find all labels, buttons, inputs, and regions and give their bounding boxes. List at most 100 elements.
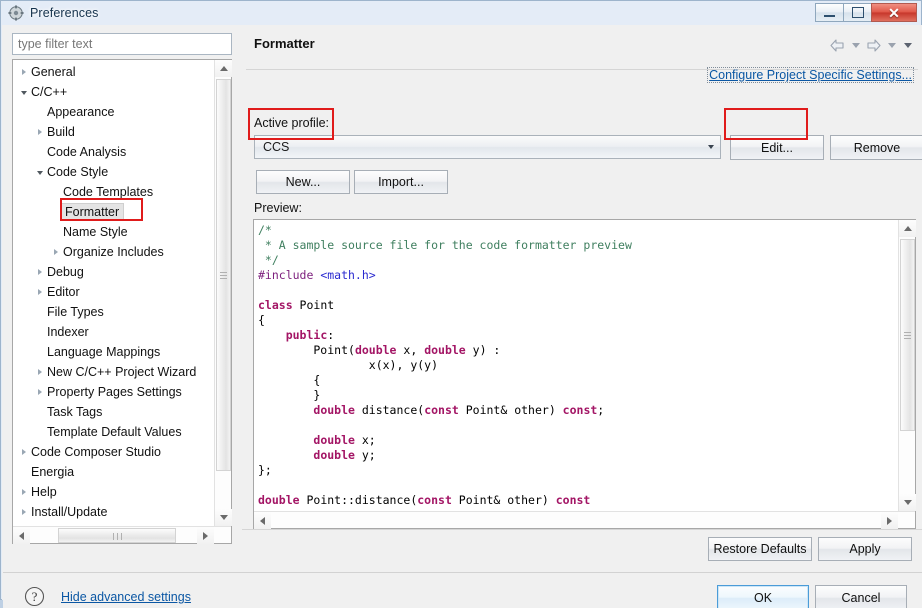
sidebar-item-organize-includes[interactable]: Organize Includes [13, 242, 214, 262]
sidebar-item-language-mappings[interactable]: Language Mappings [13, 342, 214, 362]
sidebar-item-code-templates[interactable]: Code Templates [13, 182, 214, 202]
sidebar-item-task-tags[interactable]: Task Tags [13, 402, 214, 422]
chevron-right-icon[interactable] [33, 362, 46, 382]
preview-scroll-down-button[interactable] [899, 494, 916, 511]
sidebar-item-install-update[interactable]: Install/Update [13, 502, 214, 522]
chevron-down-icon[interactable] [17, 82, 30, 102]
sidebar-item-appearance[interactable]: Appearance [13, 102, 214, 122]
preview-scrollbar-thumb[interactable] [900, 239, 915, 431]
tree-scroll-left-button[interactable] [13, 527, 30, 544]
maximize-icon [851, 7, 864, 18]
import-button[interactable]: Import... [354, 170, 448, 194]
back-arrow-icon[interactable] [829, 37, 846, 54]
maximize-button[interactable] [843, 3, 872, 22]
code-token: #include [258, 268, 321, 282]
code-line: double Point::distance(const Point& othe… [258, 493, 898, 508]
sidebar-item-indexer[interactable]: Indexer [13, 322, 214, 342]
back-history-chevron-down-icon[interactable] [849, 37, 862, 54]
chevron-right-icon[interactable] [33, 282, 46, 302]
sidebar-item-formatter[interactable]: Formatter [13, 202, 214, 222]
chevron-right-icon[interactable] [33, 122, 46, 142]
sidebar-item-label: C/C++ [31, 85, 68, 99]
tree-scroll-down-button[interactable] [215, 509, 232, 526]
tree-scrollbar-thumb[interactable] [216, 79, 231, 471]
edit-button[interactable]: Edit... [730, 135, 824, 160]
new-button[interactable]: New... [256, 170, 350, 194]
active-profile-combo[interactable]: CCS [254, 135, 721, 159]
tree-scroll-right-button[interactable] [197, 527, 214, 544]
forward-history-chevron-down-icon[interactable] [885, 37, 898, 54]
chevron-right-icon[interactable] [17, 62, 30, 82]
sidebar-item-code-style[interactable]: Code Style [13, 162, 214, 182]
close-button[interactable]: ✕ [871, 3, 917, 22]
sidebar-item-label: Property Pages Settings [47, 385, 182, 399]
sidebar-item-label: Code Composer Studio [31, 445, 161, 459]
preview-horizontal-scrollbar[interactable] [254, 511, 915, 529]
sidebar-item-name-style[interactable]: Name Style [13, 222, 214, 242]
hide-advanced-settings-link[interactable]: Hide advanced settings [61, 590, 191, 604]
code-preview-text: /* * A sample source file for the code f… [254, 220, 898, 511]
code-token: */ [258, 253, 279, 267]
chevron-right-icon [203, 531, 208, 540]
active-profile-label: Active profile: [254, 116, 330, 130]
code-token: Point( [258, 343, 355, 357]
sidebar-item-template-default-values[interactable]: Template Default Values [13, 422, 214, 442]
preview-scroll-left-button[interactable] [254, 512, 271, 529]
sidebar-item-label: File Types [47, 305, 104, 319]
tree-horizontal-scrollbar[interactable] [13, 526, 231, 544]
sidebar-item-help[interactable]: Help [13, 482, 214, 502]
tree-hscrollbar-thumb[interactable] [58, 528, 176, 543]
chevron-down-icon[interactable] [33, 162, 46, 182]
sidebar-item-c-c[interactable]: C/C++ [13, 82, 214, 102]
remove-button[interactable]: Remove [830, 135, 922, 160]
sidebar-item-property-pages-settings[interactable]: Property Pages Settings [13, 382, 214, 402]
sidebar-item-label: General [31, 65, 76, 79]
svg-text:?: ? [32, 589, 38, 604]
sidebar-item-editor[interactable]: Editor [13, 282, 214, 302]
code-token: Point& other) [451, 493, 556, 507]
code-line: #include <math.h> [258, 268, 898, 283]
formatter-page: Formatter Configure Project Specific Set… [242, 25, 922, 557]
sidebar-item-build[interactable]: Build [13, 122, 214, 142]
sidebar-item-file-types[interactable]: File Types [13, 302, 214, 322]
chevron-right-icon[interactable] [49, 242, 62, 262]
code-line: double x; [258, 433, 898, 448]
chevron-right-icon[interactable] [17, 442, 30, 462]
apply-button[interactable]: Apply [818, 537, 912, 561]
sidebar-item-new-c-c-project-wizard[interactable]: New C/C++ Project Wizard [13, 362, 214, 382]
chevron-down-icon[interactable] [702, 145, 720, 149]
preview-scroll-right-button[interactable] [881, 512, 898, 529]
sidebar-item-debug[interactable]: Debug [13, 262, 214, 282]
tree-vertical-scrollbar[interactable] [214, 60, 232, 526]
tree-scroll-up-button[interactable] [215, 60, 232, 77]
code-token: x(x), y(y) [258, 358, 439, 372]
chevron-right-icon[interactable] [33, 382, 46, 402]
page-nav-toolbar [829, 37, 914, 54]
chevron-right-icon[interactable] [17, 482, 30, 502]
help-icon[interactable]: ? [24, 586, 45, 607]
configure-project-specific-settings-link[interactable]: Configure Project Specific Settings... [707, 67, 914, 83]
minimize-button[interactable] [815, 3, 844, 22]
view-menu-chevron-down-icon[interactable] [901, 37, 914, 54]
cancel-button[interactable]: Cancel [815, 585, 907, 608]
sidebar-item-code-composer-studio[interactable]: Code Composer Studio [13, 442, 214, 462]
forward-arrow-icon[interactable] [865, 37, 882, 54]
chevron-right-icon[interactable] [17, 502, 30, 522]
sidebar-item-code-analysis[interactable]: Code Analysis [13, 142, 214, 162]
chevron-right-icon[interactable] [33, 262, 46, 282]
preferences-tree[interactable]: General C/C++ Appearance Build Code Analysis… [12, 59, 232, 544]
code-token: * A sample source file for the code form… [258, 238, 632, 252]
sidebar-item-energia[interactable]: Energia [13, 462, 214, 482]
preview-scroll-up-button[interactable] [899, 220, 916, 237]
sidebar-item-general[interactable]: General [13, 62, 214, 82]
restore-defaults-button[interactable]: Restore Defaults [708, 537, 812, 561]
sidebar-item-label: Editor [47, 285, 80, 299]
code-line: * A sample source file for the code form… [258, 238, 898, 253]
preview-vertical-scrollbar[interactable] [898, 220, 916, 511]
ok-button[interactable]: OK [717, 585, 809, 608]
search-input[interactable] [12, 33, 232, 55]
